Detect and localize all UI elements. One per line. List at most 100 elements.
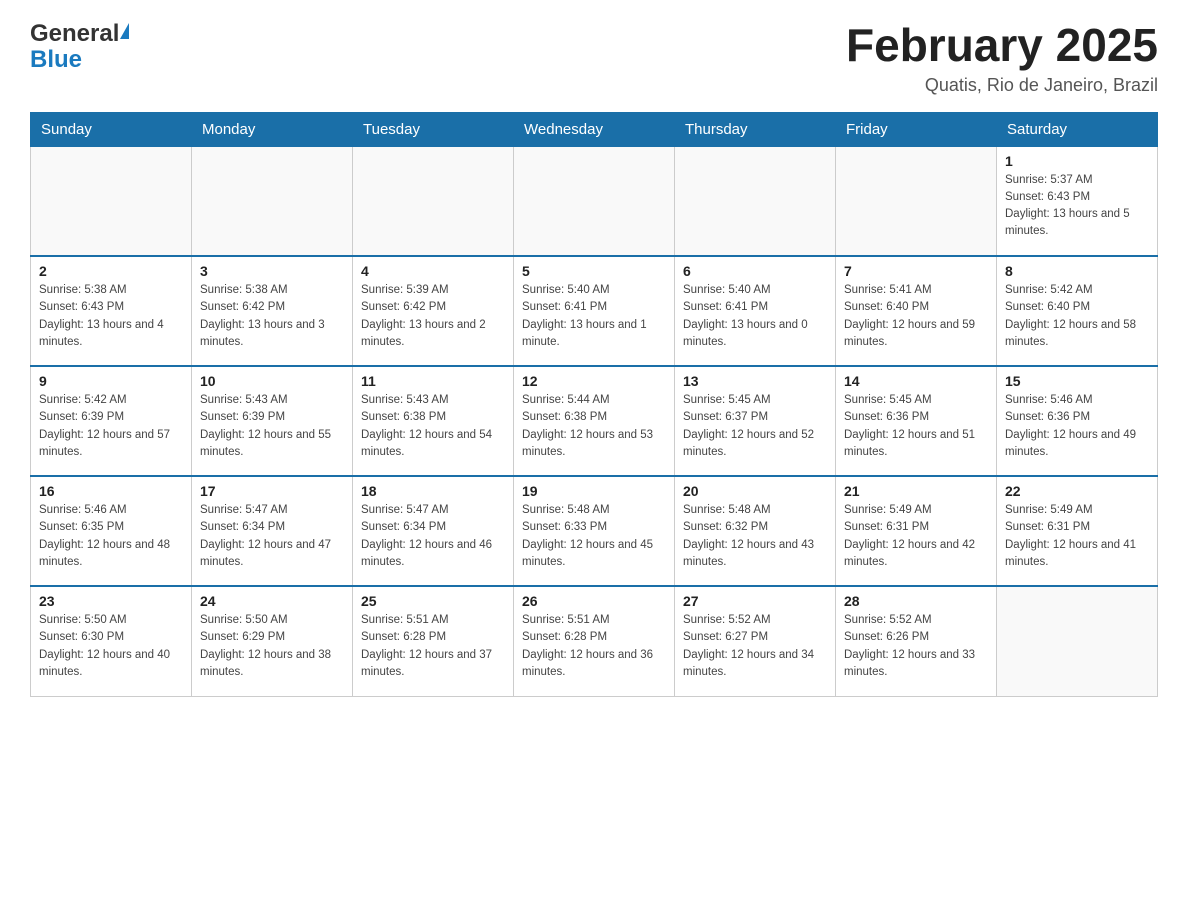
day-info: Sunrise: 5:52 AMSunset: 6:26 PMDaylight:… (844, 612, 988, 681)
table-row: 24Sunrise: 5:50 AMSunset: 6:29 PMDayligh… (192, 586, 353, 696)
day-info: Sunrise: 5:49 AMSunset: 6:31 PMDaylight:… (844, 502, 988, 571)
day-number: 6 (683, 263, 827, 279)
day-number: 28 (844, 593, 988, 609)
table-row (353, 146, 514, 256)
col-sunday: Sunday (31, 112, 192, 146)
day-number: 16 (39, 483, 183, 499)
day-info: Sunrise: 5:47 AMSunset: 6:34 PMDaylight:… (200, 502, 344, 571)
day-info: Sunrise: 5:38 AMSunset: 6:42 PMDaylight:… (200, 282, 344, 351)
day-info: Sunrise: 5:45 AMSunset: 6:36 PMDaylight:… (844, 392, 988, 461)
col-saturday: Saturday (997, 112, 1158, 146)
day-info: Sunrise: 5:52 AMSunset: 6:27 PMDaylight:… (683, 612, 827, 681)
day-info: Sunrise: 5:50 AMSunset: 6:30 PMDaylight:… (39, 612, 183, 681)
day-number: 17 (200, 483, 344, 499)
day-number: 18 (361, 483, 505, 499)
table-row (675, 146, 836, 256)
calendar-header-row: Sunday Monday Tuesday Wednesday Thursday… (31, 112, 1158, 146)
table-row (192, 146, 353, 256)
day-number: 20 (683, 483, 827, 499)
day-info: Sunrise: 5:43 AMSunset: 6:39 PMDaylight:… (200, 392, 344, 461)
table-row: 6 Sunrise: 5:40 AMSunset: 6:41 PMDaylight… (675, 256, 836, 366)
title-section: February 2025 Quatis, Rio de Janeiro, Br… (846, 20, 1158, 96)
table-row: 16 Sunrise: 5:46 AMSunset: 6:35 PMDayligh… (31, 476, 192, 586)
table-row: 19 Sunrise: 5:48 AMSunset: 6:33 PMDayligh… (514, 476, 675, 586)
day-info: Sunrise: 5:44 AMSunset: 6:38 PMDaylight:… (522, 392, 666, 461)
day-info: Sunrise: 5:51 AMSunset: 6:28 PMDaylight:… (522, 612, 666, 681)
table-row: 7 Sunrise: 5:41 AMSunset: 6:40 PMDaylight… (836, 256, 997, 366)
calendar-week-row: 16 Sunrise: 5:46 AMSunset: 6:35 PMDayligh… (31, 476, 1158, 586)
month-title: February 2025 (846, 20, 1158, 71)
day-number: 19 (522, 483, 666, 499)
logo-blue-text: Blue (30, 46, 82, 74)
day-info: Sunrise: 5:40 AMSunset: 6:41 PMDaylight:… (683, 282, 827, 351)
day-number: 15 (1005, 373, 1149, 389)
table-row: 23 Sunrise: 5:50 AMSunset: 6:30 PMDayligh… (31, 586, 192, 696)
table-row (31, 146, 192, 256)
calendar-week-row: 23 Sunrise: 5:50 AMSunset: 6:30 PMDayligh… (31, 586, 1158, 696)
day-info: Sunrise: 5:48 AMSunset: 6:33 PMDaylight:… (522, 502, 666, 571)
table-row: 5 Sunrise: 5:40 AMSunset: 6:41 PMDaylight… (514, 256, 675, 366)
day-number: 12 (522, 373, 666, 389)
table-row: 4 Sunrise: 5:39 AMSunset: 6:42 PMDaylight… (353, 256, 514, 366)
day-number: 3 (200, 263, 344, 279)
table-row: 15 Sunrise: 5:46 AMSunset: 6:36 PMDayligh… (997, 366, 1158, 476)
table-row: 21 Sunrise: 5:49 AMSunset: 6:31 PMDayligh… (836, 476, 997, 586)
day-number: 4 (361, 263, 505, 279)
table-row: 22 Sunrise: 5:49 AMSunset: 6:31 PMDayligh… (997, 476, 1158, 586)
day-number: 14 (844, 373, 988, 389)
day-number: 2 (39, 263, 183, 279)
col-tuesday: Tuesday (353, 112, 514, 146)
col-monday: Monday (192, 112, 353, 146)
table-row: 17 Sunrise: 5:47 AMSunset: 6:34 PMDayligh… (192, 476, 353, 586)
table-row: 18 Sunrise: 5:47 AMSunset: 6:34 PMDayligh… (353, 476, 514, 586)
calendar-week-row: 2 Sunrise: 5:38 AMSunset: 6:43 PMDaylight… (31, 256, 1158, 366)
day-number: 27 (683, 593, 827, 609)
day-number: 5 (522, 263, 666, 279)
day-info: Sunrise: 5:46 AMSunset: 6:35 PMDaylight:… (39, 502, 183, 571)
day-number: 1 (1005, 153, 1149, 169)
table-row: 8 Sunrise: 5:42 AMSunset: 6:40 PMDaylight… (997, 256, 1158, 366)
col-thursday: Thursday (675, 112, 836, 146)
table-row (514, 146, 675, 256)
day-number: 22 (1005, 483, 1149, 499)
table-row: 10Sunrise: 5:43 AMSunset: 6:39 PMDayligh… (192, 366, 353, 476)
day-number: 23 (39, 593, 183, 609)
day-info: Sunrise: 5:39 AMSunset: 6:42 PMDaylight:… (361, 282, 505, 351)
day-info: Sunrise: 5:38 AMSunset: 6:43 PMDaylight:… (39, 282, 183, 351)
table-row: 1Sunrise: 5:37 AMSunset: 6:43 PMDaylight… (997, 146, 1158, 256)
logo: General Blue (30, 20, 129, 74)
day-info: Sunrise: 5:42 AMSunset: 6:39 PMDaylight:… (39, 392, 183, 461)
day-number: 21 (844, 483, 988, 499)
table-row: 12 Sunrise: 5:44 AMSunset: 6:38 PMDayligh… (514, 366, 675, 476)
col-friday: Friday (836, 112, 997, 146)
day-info: Sunrise: 5:41 AMSunset: 6:40 PMDaylight:… (844, 282, 988, 351)
table-row: 28 Sunrise: 5:52 AMSunset: 6:26 PMDayligh… (836, 586, 997, 696)
page-header: General Blue February 2025 Quatis, Rio d… (30, 20, 1158, 96)
day-info: Sunrise: 5:48 AMSunset: 6:32 PMDaylight:… (683, 502, 827, 571)
day-number: 8 (1005, 263, 1149, 279)
calendar-week-row: 1Sunrise: 5:37 AMSunset: 6:43 PMDaylight… (31, 146, 1158, 256)
table-row: 13 Sunrise: 5:45 AMSunset: 6:37 PMDayligh… (675, 366, 836, 476)
day-number: 26 (522, 593, 666, 609)
day-number: 9 (39, 373, 183, 389)
table-row: 26 Sunrise: 5:51 AMSunset: 6:28 PMDayligh… (514, 586, 675, 696)
day-info: Sunrise: 5:42 AMSunset: 6:40 PMDaylight:… (1005, 282, 1149, 351)
day-number: 25 (361, 593, 505, 609)
location-text: Quatis, Rio de Janeiro, Brazil (846, 75, 1158, 96)
day-info: Sunrise: 5:49 AMSunset: 6:31 PMDaylight:… (1005, 502, 1149, 571)
day-info: Sunrise: 5:51 AMSunset: 6:28 PMDaylight:… (361, 612, 505, 681)
day-info: Sunrise: 5:46 AMSunset: 6:36 PMDaylight:… (1005, 392, 1149, 461)
day-info: Sunrise: 5:40 AMSunset: 6:41 PMDaylight:… (522, 282, 666, 351)
table-row (997, 586, 1158, 696)
table-row: 2 Sunrise: 5:38 AMSunset: 6:43 PMDaylight… (31, 256, 192, 366)
logo-triangle-icon (120, 23, 129, 39)
table-row: 25 Sunrise: 5:51 AMSunset: 6:28 PMDayligh… (353, 586, 514, 696)
day-info: Sunrise: 5:45 AMSunset: 6:37 PMDaylight:… (683, 392, 827, 461)
day-info: Sunrise: 5:43 AMSunset: 6:38 PMDaylight:… (361, 392, 505, 461)
table-row: 11Sunrise: 5:43 AMSunset: 6:38 PMDayligh… (353, 366, 514, 476)
calendar-table: Sunday Monday Tuesday Wednesday Thursday… (30, 112, 1158, 697)
day-info: Sunrise: 5:47 AMSunset: 6:34 PMDaylight:… (361, 502, 505, 571)
day-number: 13 (683, 373, 827, 389)
table-row: 20 Sunrise: 5:48 AMSunset: 6:32 PMDayligh… (675, 476, 836, 586)
day-number: 7 (844, 263, 988, 279)
